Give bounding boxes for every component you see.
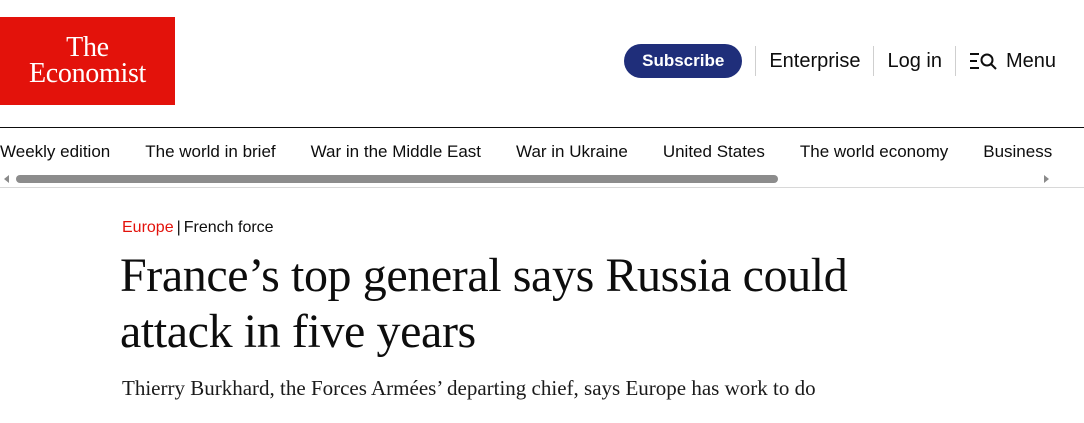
article-headline: France’s top general says Russia could a… [120, 249, 848, 358]
economist-logo[interactable]: The Economist [0, 17, 175, 105]
nav-item-weekly-edition[interactable]: Weekly edition [0, 141, 110, 163]
nav-item-war-in-ukraine[interactable]: War in Ukraine [516, 141, 628, 163]
nav-item-world-economy[interactable]: The world economy [800, 141, 948, 163]
nav-item-united-states[interactable]: United States [663, 141, 765, 163]
nav-scrollbar[interactable] [0, 172, 1084, 186]
header-divider [755, 46, 757, 76]
enterprise-link[interactable]: Enterprise [769, 50, 860, 73]
article-rubric: Europe | French force [122, 218, 274, 238]
scroll-right-arrow-icon[interactable] [1044, 175, 1049, 183]
article-standfirst: Thierry Burkhard, the Forces Armées’ dep… [122, 376, 816, 400]
scroll-left-arrow-icon[interactable] [4, 175, 9, 183]
header-divider [873, 46, 875, 76]
menu-label: Menu [1005, 49, 1056, 72]
article-flytitle: French force [183, 219, 274, 236]
page: The Economist Subscribe Enterprise Log i… [0, 0, 1084, 423]
rubric-separator: | [176, 219, 181, 236]
login-link[interactable]: Log in [887, 50, 942, 73]
scrollbar-thumb[interactable] [16, 175, 778, 183]
nav-item-world-in-brief[interactable]: The world in brief [145, 141, 275, 163]
menu-search-icon [969, 53, 997, 70]
header-actions: Subscribe Enterprise Log in Menu [624, 44, 1056, 78]
header-divider [954, 46, 956, 76]
section-nav-items: Weekly edition The world in brief War in… [0, 141, 1084, 163]
subscribe-button[interactable]: Subscribe [624, 44, 743, 78]
nav-item-war-in-the-middle-east[interactable]: War in the Middle East [311, 141, 481, 163]
nav-item-business[interactable]: Business [983, 141, 1052, 163]
menu-button[interactable]: Menu [969, 50, 1056, 73]
logo-line-2: Economist [28, 58, 147, 89]
section-nav: Weekly edition The world in brief War in… [0, 127, 1084, 188]
section-link[interactable]: Europe [122, 219, 174, 236]
